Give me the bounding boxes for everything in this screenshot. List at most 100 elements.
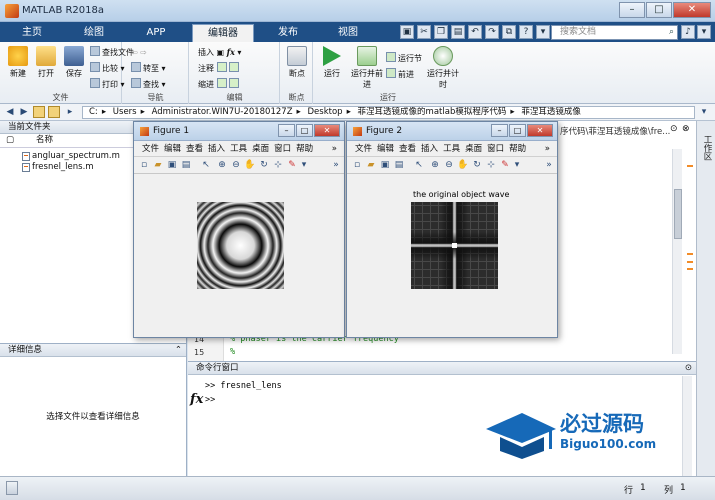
rotate-3d-icon[interactable]: ↻ [471,159,483,171]
warning-mark[interactable] [687,261,693,263]
figure-2-title-bar[interactable]: Figure 2 – □ ✕ [347,122,557,141]
new-button[interactable]: 新建 [4,46,32,79]
minimize-button[interactable]: – [619,2,645,18]
search-documentation-input[interactable]: 搜索文档 ⌕ [551,25,678,40]
figure-1-close-button[interactable]: ✕ [314,124,340,137]
rotate-3d-icon[interactable]: ↻ [258,159,270,171]
workspace-collapsed-panel[interactable]: 工作区 [696,121,715,476]
zoom-in-icon[interactable]: ⊕ [429,159,441,171]
figure-2-maximize-button[interactable]: □ [509,124,526,137]
comment-button[interactable]: 注释 [198,62,241,75]
menu-file[interactable]: 文件 [355,144,372,154]
pointer-icon[interactable]: ↖ [200,159,212,171]
help-icon[interactable]: ? [519,25,533,39]
menu-tools[interactable]: 工具 [230,144,247,154]
compare-button[interactable]: 比较 ▾ [90,62,125,75]
back-forward-buttons[interactable]: ⇦ ⇨ [131,46,147,59]
menu-edit[interactable]: 编辑 [164,144,181,154]
pan-hand-icon[interactable]: ✋ [457,159,469,171]
code-line[interactable]: % [230,347,235,357]
figure-1-title-bar[interactable]: Figure 1 – □ ✕ [134,122,344,141]
browse-folder-icon[interactable] [48,106,60,118]
figure-1-minimize-button[interactable]: – [278,124,295,137]
data-cursor-icon[interactable]: ⊹ [272,159,284,171]
warning-mark[interactable] [687,268,693,270]
menu-desktop[interactable]: 桌面 [252,144,269,154]
insert-button[interactable]: 插入 ▣ fx ▾ [198,46,241,59]
menu-edit[interactable]: 编辑 [377,144,394,154]
breadcrumb[interactable]: C: ▸ Users ▸ Administrator.WIN7U-20180127Z… [82,106,695,119]
figure-1-maximize-button[interactable]: □ [296,124,313,137]
zoom-out-icon[interactable]: ⊖ [230,159,242,171]
menu-view[interactable]: 查看 [186,144,203,154]
breakpoints-button[interactable]: 断点 [283,46,311,79]
up-folder-icon[interactable] [33,106,45,118]
menu-help[interactable]: 帮助 [296,144,313,154]
goto-button[interactable]: 转至 ▾ [131,62,166,75]
pointer-icon[interactable]: ↖ [413,159,425,171]
figure-2-window[interactable]: Figure 2 – □ ✕ 文件 编辑 查看 插入 工具 桌面 窗口 帮助 » ▫ ▰ ▣ … [346,121,558,338]
scrollbar-thumb[interactable] [674,189,682,239]
toolbar-overflow-icon[interactable]: » [543,159,555,171]
find-button[interactable]: 查找 ▾ [131,78,166,91]
print-figure-icon[interactable]: ▤ [180,159,192,171]
menu-insert[interactable]: 插入 [421,144,438,154]
open-file-icon[interactable]: ▰ [152,159,164,171]
editor-scrollbar[interactable] [672,149,682,354]
indent-button[interactable]: 缩进 [198,78,241,91]
brush-icon[interactable]: ✎ [286,159,298,171]
menu-help[interactable]: 帮助 [509,144,526,154]
editor-close-icon[interactable]: ⊙ [670,124,678,134]
account-icon[interactable]: ▾ [697,25,711,39]
editor-menu-icon[interactable]: ⊗ [682,124,690,134]
open-file-icon[interactable]: ▰ [365,159,377,171]
bell-icon[interactable]: ♪ [681,25,695,39]
switch-windows-icon[interactable]: ⧉ [502,25,516,39]
data-cursor-icon[interactable]: ⊹ [485,159,497,171]
tab-publish[interactable]: 发布 [262,24,314,42]
save-figure-icon[interactable]: ▣ [166,159,178,171]
forward-arrow-icon[interactable]: ▶ [18,106,30,118]
expand-details-icon[interactable]: ⌃ [175,344,182,356]
new-figure-icon[interactable]: ▫ [351,159,363,171]
menu-overflow-icon[interactable]: » [332,141,337,157]
redo-icon[interactable]: ↷ [485,25,499,39]
zoom-in-icon[interactable]: ⊕ [216,159,228,171]
figure-1-window[interactable]: Figure 1 – □ ✕ 文件 编辑 查看 插入 工具 桌面 窗口 帮助 » ▫ ▰ ▣ … [133,121,345,338]
address-dropdown-icon[interactable]: ▾ [698,106,710,118]
expand-icon[interactable]: ▾ [536,25,550,39]
maximize-button[interactable]: □ [646,2,672,18]
print-button[interactable]: 打印 ▾ [90,78,125,91]
menu-insert[interactable]: 插入 [208,144,225,154]
tab-view[interactable]: 视图 [322,24,374,42]
search-icon[interactable]: ⌕ [669,26,674,39]
tab-home[interactable]: 主页 [6,24,58,42]
save-button[interactable]: 保存 [60,46,88,79]
print-figure-icon[interactable]: ▤ [393,159,405,171]
tab-editor[interactable]: 编辑器 [192,24,254,42]
close-button[interactable]: ✕ [673,2,711,18]
new-figure-icon[interactable]: ▫ [138,159,150,171]
brush-dropdown-icon[interactable]: ▾ [298,159,310,171]
run-button[interactable]: 运行 [318,46,346,79]
copy-icon[interactable]: ❐ [434,25,448,39]
warning-mark[interactable] [687,253,693,255]
back-arrow-icon[interactable]: ◀ [4,106,16,118]
menu-window[interactable]: 窗口 [274,144,291,154]
command-window-menu-icon[interactable]: ⊙ [685,362,692,374]
cut-icon[interactable]: ✂ [417,25,431,39]
figure-2-close-button[interactable]: ✕ [527,124,553,137]
folder-history-icon[interactable]: ▸ [64,106,76,118]
run-and-time-button[interactable]: 运行并计时 [426,46,460,90]
tab-apps[interactable]: APP [130,24,182,42]
command-prompt[interactable]: >> [205,395,215,405]
run-section-button[interactable]: 运行节 [386,52,422,65]
zoom-out-icon[interactable]: ⊖ [443,159,455,171]
brush-dropdown-icon[interactable]: ▾ [511,159,523,171]
warning-mark[interactable] [687,165,693,167]
menu-window[interactable]: 窗口 [487,144,504,154]
save-figure-icon[interactable]: ▣ [379,159,391,171]
figure-2-minimize-button[interactable]: – [491,124,508,137]
function-browser-icon[interactable]: fx [190,392,203,407]
tab-plots[interactable]: 绘图 [68,24,120,42]
